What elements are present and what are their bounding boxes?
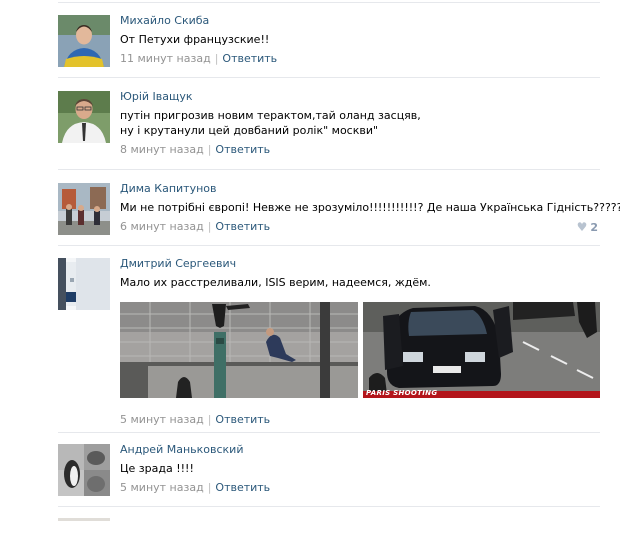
reply-link[interactable]: Ответить [215, 143, 270, 156]
attached-photo[interactable]: PARIS SHOOTING [363, 302, 600, 398]
comment-text: Ми не потрібні європі! Невже не зрозуміл… [120, 200, 620, 215]
comment-divider [58, 169, 600, 170]
like-button[interactable]: ♥ 2 [577, 220, 598, 234]
comment-meta: 5 минут назад | Ответить [120, 481, 598, 495]
comment-meta: 8 минут назад | Ответить [120, 143, 598, 157]
heart-icon: ♥ [576, 220, 588, 234]
comment-text: Мало их расстреливали, ISIS верим, надее… [120, 275, 598, 290]
comment-divider [58, 77, 600, 78]
top-divider [58, 2, 600, 3]
comment-time[interactable]: 5 минут назад [120, 413, 204, 426]
comment-author[interactable]: Дмитрий Сергеевич [120, 257, 598, 271]
comment-author[interactable]: Михайло Скиба [120, 14, 598, 28]
avatar[interactable] [58, 444, 110, 496]
comment-author[interactable]: Юрій Іващук [120, 90, 598, 104]
comment-text-line: Ми не потрібні європі! Невже не зрозуміл… [120, 201, 620, 214]
attached-photo[interactable] [120, 302, 358, 398]
reply-link[interactable]: Ответить [222, 52, 277, 65]
comment-time[interactable]: 5 минут назад [120, 481, 204, 494]
comment-time[interactable]: 11 минут назад [120, 52, 211, 65]
comment-time[interactable]: 6 минут назад [120, 220, 204, 233]
meta-separator: | [207, 481, 212, 494]
comment-time[interactable]: 8 минут назад [120, 143, 204, 156]
reply-link[interactable]: Ответить [215, 481, 270, 494]
avatar[interactable] [58, 258, 110, 310]
like-count: 2 [590, 221, 598, 234]
reply-link[interactable]: Ответить [215, 220, 270, 233]
avatar[interactable] [58, 91, 110, 143]
news-caption: PARIS SHOOTING [366, 389, 438, 397]
comment-text-line: Це зрада !!!! [120, 462, 194, 475]
comment-meta: 11 минут назад | Ответить [120, 52, 598, 66]
comment-author[interactable]: Дима Капитунов [120, 182, 598, 196]
meta-separator: | [207, 413, 212, 426]
comment-text: путін пригрозив новим терактом,тай оланд… [120, 108, 598, 138]
meta-separator: | [207, 143, 212, 156]
avatar[interactable] [58, 183, 110, 235]
comment-divider [58, 506, 600, 507]
comment-text-line: ну і крутанули цей довбаний ролік" москв… [120, 124, 379, 137]
avatar-partial [58, 518, 110, 521]
comment-divider [58, 245, 600, 246]
meta-separator: | [207, 220, 212, 233]
comment-meta: 6 минут назад | Ответить [120, 220, 598, 234]
avatar[interactable] [58, 15, 110, 67]
comment-author[interactable]: Андрей Маньковский [120, 443, 598, 457]
news-caption-bar: PARIS SHOOTING [363, 389, 600, 398]
comment-text-line: Мало их расстреливали, ISIS верим, надее… [120, 276, 431, 289]
comment-text-line: От Петухи французские!! [120, 33, 270, 46]
attached-photos: PARIS SHOOTING [120, 302, 600, 398]
comment-text: Це зрада !!!! [120, 461, 598, 476]
meta-separator: | [214, 52, 219, 65]
comment-text-line: путін пригрозив новим терактом,тай оланд… [120, 109, 421, 122]
reply-link[interactable]: Ответить [215, 413, 270, 426]
comment-divider [58, 432, 600, 433]
comment-text: От Петухи французские!! [120, 32, 598, 47]
comment-meta: 5 минут назад | Ответить [120, 413, 270, 427]
